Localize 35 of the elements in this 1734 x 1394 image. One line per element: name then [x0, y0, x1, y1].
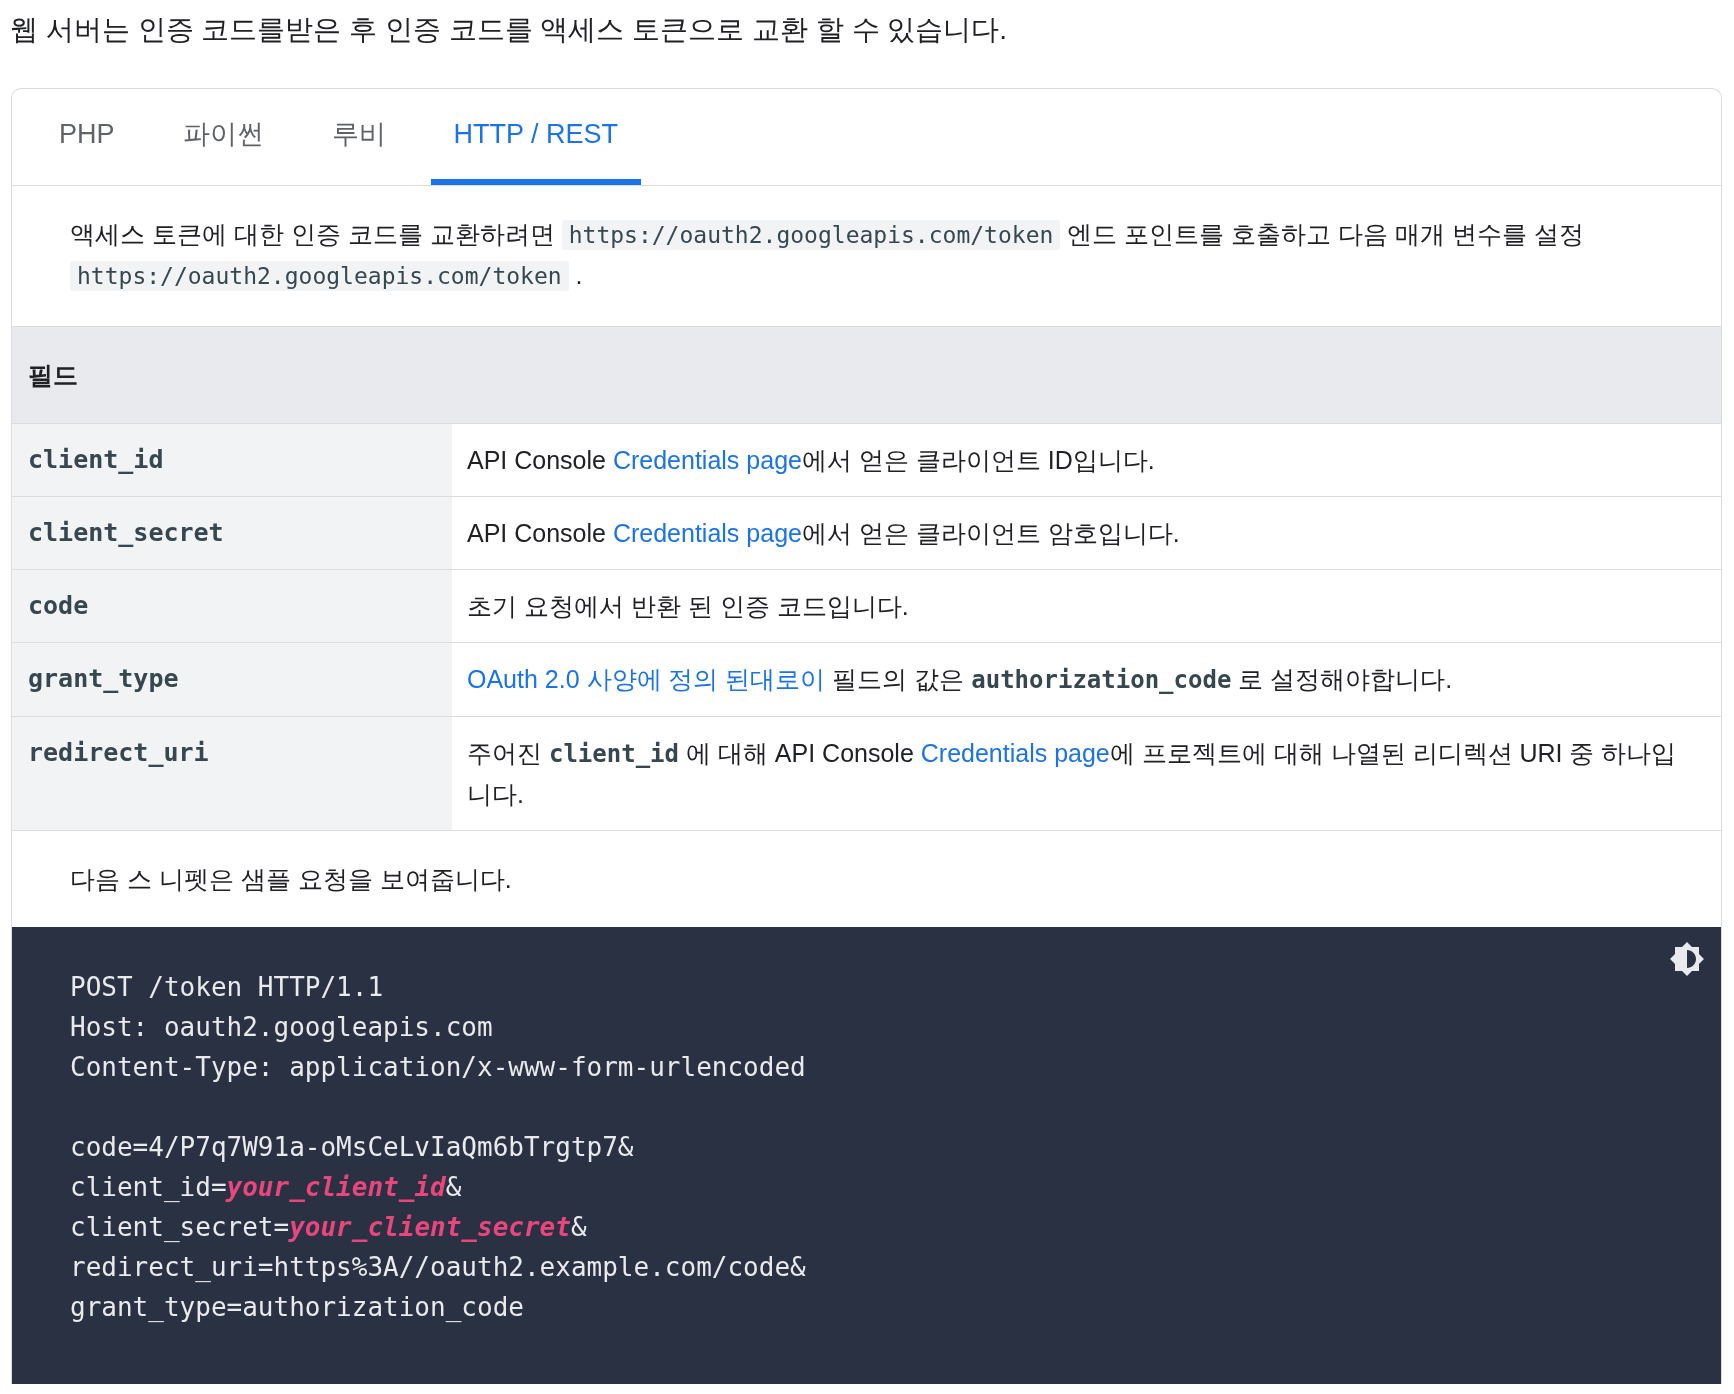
- language-tab[interactable]: 파이썬: [159, 89, 287, 185]
- code-line: Host: oauth2.googleapis.com: [70, 1011, 494, 1044]
- intro-text: 웹 서버는 인증 코드를받은 후 인증 코드를 액세스 토큰으로 교환 할 수 있습니다.: [10, 13, 1009, 47]
- field-name-cell: grant_type: [12, 643, 452, 717]
- code-line: redirect_uri=https%3A//oauth2.example.com/code&: [70, 1251, 807, 1284]
- code-line: code=4/P7q7W91a-oMsCeLvIaQm6bTrgtp7&: [70, 1131, 635, 1164]
- language-tab[interactable]: PHP: [36, 89, 138, 185]
- field-description-cell: API Console Credentials page에서 얻은 클라이언트 ID입니다.: [452, 424, 1721, 497]
- code-line: POST /token HTTP/1.1: [70, 971, 385, 1004]
- field-description-cell: OAuth 2.0 사양에 정의 된대로이 필드의 값은 authorization_code 로 설정해야합니다.: [452, 643, 1721, 717]
- inline-code: https://oauth2.googleapis.com/token: [561, 220, 1061, 250]
- field-description-cell: 주어진 client_id 에 대해 API Console Credentials page에 프로젝트에 대해 나열된 리디렉션 URI 중 하나입니다.: [452, 717, 1721, 831]
- field-name-cell: code: [12, 570, 452, 643]
- link[interactable]: Credentials page: [612, 446, 802, 474]
- snippet-caption: 다음 스 니펫은 샘플 요청을 보여줍니다.: [69, 864, 513, 895]
- theme-toggle-icon[interactable]: [1669, 941, 1705, 977]
- code-line: Content-Type: application/x-www-form-urlencoded: [70, 1051, 807, 1084]
- field-name-cell: client_id: [12, 424, 452, 497]
- description-text: 액세스 토큰에 대한 인증 코드를 교환하려면 https://oauth2.googleapis.com/token 엔드 포인트를 호출하고 다음 매개 변수를 설정 https://oauth2.googleapis.com/token .: [12, 186, 1721, 327]
- field-description-cell: API Console Credentials page에서 얻은 클라이언트 암호입니다.: [452, 497, 1721, 570]
- code-line: grant_type=authorization_code: [70, 1291, 525, 1324]
- link[interactable]: OAuth 2.0 사양에 정의 된대로이: [467, 665, 826, 693]
- link[interactable]: Credentials page: [612, 519, 802, 547]
- inline-code: authorization_code: [971, 666, 1232, 694]
- language-tab[interactable]: 루비: [308, 89, 409, 185]
- field-description-cell: 초기 요청에서 반환 된 인증 코드입니다.: [452, 570, 1721, 643]
- language-tab[interactable]: HTTP / REST: [430, 89, 642, 185]
- code-line: client_id=your_client_id&: [70, 1171, 463, 1204]
- table-header: 필드: [12, 327, 1721, 424]
- inline-code: https://oauth2.googleapis.com/token: [70, 261, 569, 291]
- code-line: client_secret=your_client_secret&: [70, 1211, 588, 1244]
- field-name-cell: redirect_uri: [12, 717, 452, 831]
- link[interactable]: Credentials page: [920, 739, 1110, 767]
- field-name-cell: client_secret: [12, 497, 452, 570]
- inline-code: client_id: [548, 740, 679, 768]
